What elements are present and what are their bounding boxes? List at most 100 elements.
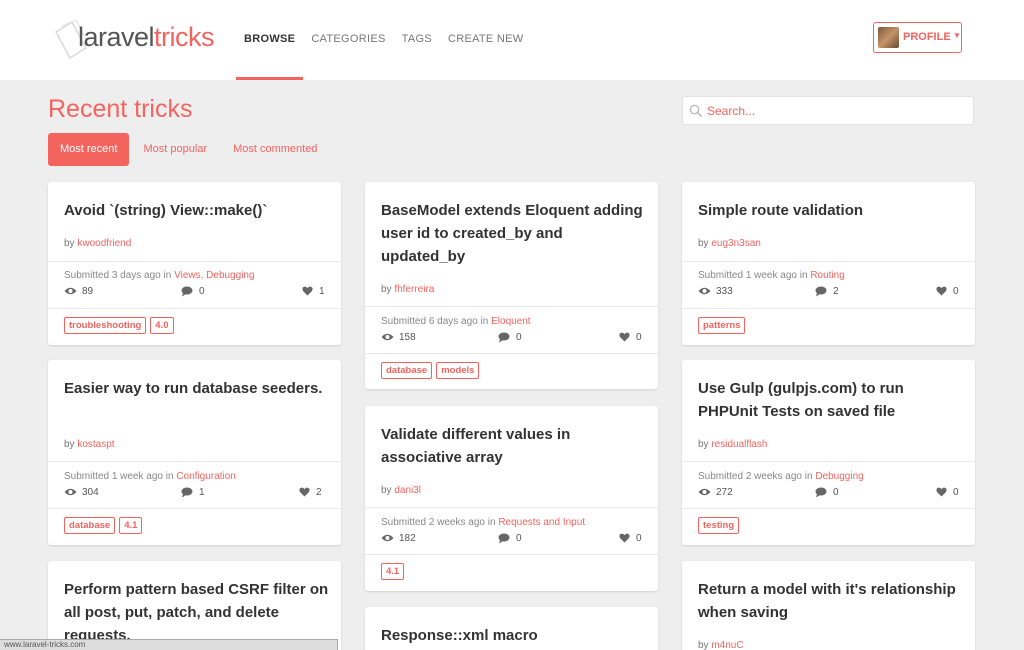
trick-author[interactable]: residualflash: [711, 439, 767, 450]
trick-card[interactable]: Use Gulp (gulpjs.com) to run PHPUnit Tes…: [682, 360, 975, 545]
trick-title[interactable]: BaseModel extends Eloquent adding user i…: [381, 199, 646, 268]
trick-title[interactable]: Use Gulp (gulpjs.com) to run PHPUnit Tes…: [698, 377, 963, 423]
trick-card[interactable]: Validate different values in associative…: [365, 406, 658, 591]
trick-meta: Submitted 3 days ago in Views, Debugging: [64, 270, 255, 281]
trick-card[interactable]: Simple route validation by eug3n3san Sub…: [682, 182, 975, 345]
tag-badge[interactable]: models: [436, 362, 480, 379]
submitted-time: 6 days ago: [428, 316, 478, 327]
heart-icon: [619, 332, 630, 342]
trick-title[interactable]: Avoid `(string) View::make()`: [64, 199, 329, 222]
view-count-value: 272: [716, 487, 733, 498]
trick-author[interactable]: fhferreira: [394, 284, 434, 295]
divider: [682, 461, 975, 462]
divider: [48, 308, 341, 309]
in-word: in: [163, 270, 172, 281]
trick-card[interactable]: Perform pattern based CSRF filter on all…: [48, 561, 341, 650]
trick-card[interactable]: Response::xml macro: [365, 607, 658, 650]
brand-part-1: laravel: [78, 22, 155, 52]
tag-badge[interactable]: 4.1: [381, 563, 405, 580]
search-input[interactable]: [707, 101, 967, 121]
trick-tags: 4.1: [381, 563, 408, 580]
trick-tags: database models: [381, 362, 483, 379]
trick-title[interactable]: Response::xml macro: [381, 624, 646, 647]
avatar: [878, 27, 899, 48]
filter-most-commented[interactable]: Most commented: [221, 133, 329, 166]
brand-logo[interactable]: laraveltricks: [52, 18, 232, 62]
comment-icon: [181, 286, 193, 297]
trick-categories[interactable]: Requests and Input: [498, 517, 585, 528]
filter-most-popular[interactable]: Most popular: [131, 133, 219, 166]
trick-title[interactable]: Return a model with it's relationship wh…: [698, 578, 963, 624]
profile-label: PROFILE: [903, 31, 951, 43]
browser-status-bar: www.laravel-tricks.com: [0, 639, 338, 650]
trick-categories[interactable]: Routing: [810, 270, 844, 281]
tag-badge[interactable]: database: [64, 517, 116, 534]
nav-categories[interactable]: CATEGORIES: [303, 0, 393, 80]
eye-icon: [64, 488, 77, 496]
heart-icon: [936, 286, 947, 296]
comment-icon: [498, 332, 510, 343]
submitted-time: 1 week ago: [745, 270, 797, 281]
trick-title[interactable]: Perform pattern based CSRF filter on all…: [64, 578, 329, 647]
tag-badge[interactable]: database: [381, 362, 433, 379]
tag-badge[interactable]: 4.0: [150, 317, 174, 334]
like-count-value: 0: [636, 533, 642, 544]
trick-categories[interactable]: Debugging: [815, 471, 863, 482]
submitted-prefix: Submitted: [698, 270, 744, 281]
trick-author[interactable]: dani3l: [394, 485, 421, 496]
trick-card[interactable]: Avoid `(string) View::make()` by kwoodfr…: [48, 182, 341, 345]
nav-tags[interactable]: TAGS: [394, 0, 440, 80]
nav-browse[interactable]: BROWSE: [236, 0, 304, 80]
comment-count-value: 0: [833, 487, 839, 498]
trick-author[interactable]: eug3n3san: [711, 238, 761, 249]
nav-create-new[interactable]: CREATE NEW: [440, 0, 532, 80]
trick-meta: Submitted 6 days ago in Eloquent: [381, 316, 531, 327]
trick-byline: by fhferreira: [381, 284, 434, 295]
tag-badge[interactable]: testing: [698, 517, 740, 534]
submitted-prefix: Submitted: [64, 471, 110, 482]
tag-badge[interactable]: troubleshooting: [64, 317, 147, 334]
in-word: in: [799, 270, 808, 281]
eye-icon: [64, 287, 77, 295]
profile-button[interactable]: PROFILE ▼: [873, 22, 962, 53]
submitted-time: 2 weeks ago: [745, 471, 802, 482]
trick-author[interactable]: kostaspt: [77, 439, 114, 450]
tag-badge[interactable]: patterns: [698, 317, 746, 334]
like-count-value: 0: [636, 332, 642, 343]
comment-count-value: 0: [516, 533, 522, 544]
comment-count-value: 2: [833, 286, 839, 297]
trick-byline: by residualflash: [698, 439, 768, 450]
submitted-time: 3 days ago: [111, 270, 161, 281]
trick-stats: 304 1 2: [64, 486, 326, 500]
divider: [682, 508, 975, 509]
trick-author[interactable]: kwoodfriend: [77, 238, 131, 249]
trick-card[interactable]: Return a model with it's relationship wh…: [682, 561, 975, 650]
like-count-value: 0: [953, 487, 959, 498]
byline-prefix: by: [381, 284, 392, 295]
trick-byline: by kostaspt: [64, 439, 115, 450]
filter-most-recent[interactable]: Most recent: [48, 133, 130, 166]
trick-categories[interactable]: Configuration: [176, 471, 235, 482]
eye-icon: [381, 333, 394, 341]
trick-title[interactable]: Easier way to run database seeders.: [64, 377, 329, 400]
like-count-value: 1: [319, 286, 325, 297]
tag-badge[interactable]: 4.1: [119, 517, 143, 534]
trick-categories[interactable]: Eloquent: [491, 316, 530, 327]
trick-title[interactable]: Validate different values in associative…: [381, 423, 646, 469]
trick-title[interactable]: Simple route validation: [698, 199, 963, 222]
trick-stats: 333 2 0: [698, 285, 960, 299]
byline-prefix: by: [381, 485, 392, 496]
trick-card[interactable]: BaseModel extends Eloquent adding user i…: [365, 182, 658, 389]
trick-author[interactable]: m4nuC: [711, 640, 743, 650]
view-count-value: 89: [82, 286, 94, 297]
search-box[interactable]: [682, 96, 974, 125]
byline-prefix: by: [698, 238, 709, 249]
heart-icon: [619, 533, 630, 543]
trick-stats: 89 0 1: [64, 285, 326, 299]
trick-categories[interactable]: Views, Debugging: [174, 270, 254, 281]
divider: [365, 507, 658, 508]
trick-card[interactable]: Easier way to run database seeders. by k…: [48, 360, 341, 545]
comment-icon: [815, 487, 827, 498]
trick-tags: database 4.1: [64, 517, 146, 534]
trick-stats: 158 0 0: [381, 331, 643, 345]
